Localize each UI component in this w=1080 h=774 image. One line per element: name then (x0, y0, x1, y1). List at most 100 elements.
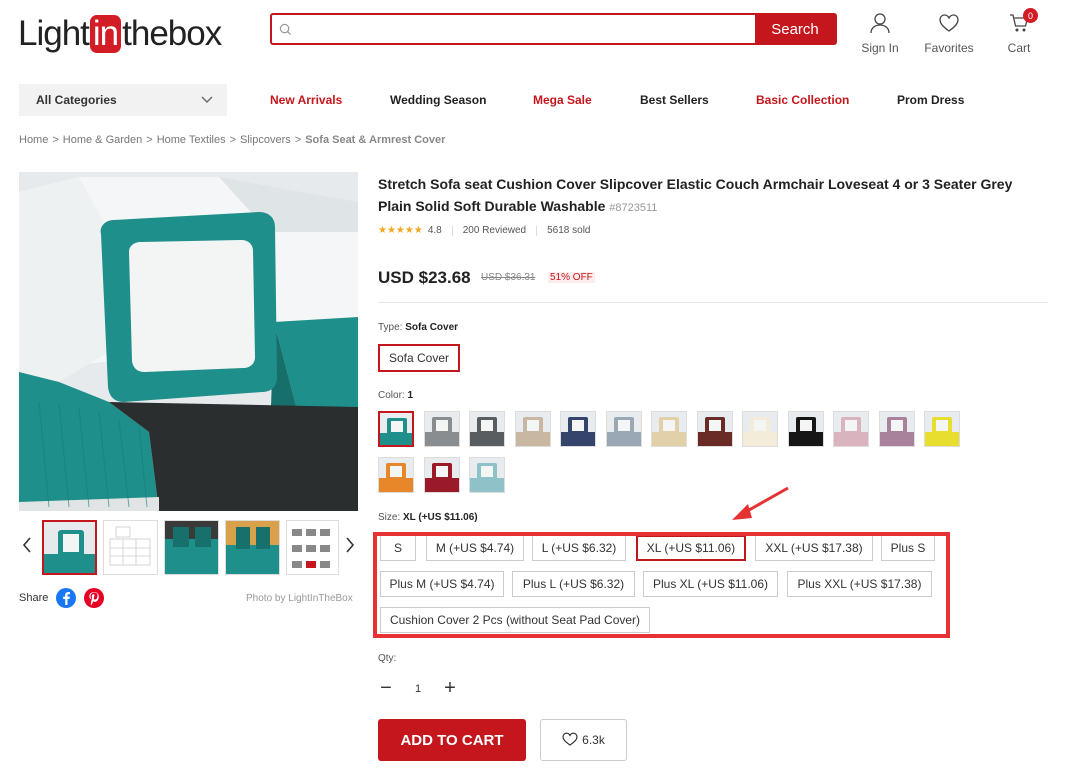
color-selected-value: 1 (407, 390, 414, 401)
type-option-sofa-cover[interactable]: Sofa Cover (378, 344, 460, 372)
logo-text-in: in (89, 15, 122, 53)
color-swatch[interactable] (514, 411, 551, 447)
rating-value: 4.8 (427, 225, 442, 236)
current-price: USD $23.68 (378, 268, 471, 287)
highlight-box (373, 532, 950, 638)
nav-new-arrivals[interactable]: New Arrivals (270, 93, 342, 107)
breadcrumb-separator: > (294, 134, 302, 146)
star-rating-icon: ★★★★★ (378, 225, 423, 236)
nav-best-sellers[interactable]: Best Sellers (640, 93, 709, 107)
type-label-text: Type: (378, 322, 403, 333)
divider (536, 225, 538, 236)
cart-label: Cart (1007, 41, 1031, 55)
color-swatch[interactable] (378, 457, 414, 493)
size-label-text: Size: (378, 512, 401, 523)
qty-label: Qty: (378, 653, 397, 664)
product-main-image[interactable] (19, 172, 358, 511)
cart-count-badge: 0 (1023, 8, 1038, 23)
cart-link[interactable]: 0 Cart (989, 8, 1049, 55)
original-price: USD $36.31 (481, 272, 536, 283)
favorite-button[interactable]: 6.3k (540, 719, 627, 761)
rating-row: ★★★★★ 4.8 200 Reviewed 5618 sold (378, 225, 590, 236)
nav-prom-dress[interactable]: Prom Dress (897, 93, 964, 107)
search-input[interactable] (298, 15, 755, 43)
site-logo[interactable]: Light in thebox (18, 14, 222, 54)
breadcrumb-current: Sofa Seat & Armrest Cover (305, 134, 446, 146)
color-swatch[interactable] (696, 411, 733, 447)
color-swatch[interactable] (560, 411, 596, 447)
breadcrumb-separator: > (146, 134, 153, 146)
color-swatch[interactable] (787, 411, 824, 447)
breadcrumb-separator: > (229, 134, 237, 146)
qty-value[interactable]: 1 (394, 683, 442, 695)
favorite-count: 6.3k (582, 733, 605, 747)
type-label: Type: Sofa Cover (378, 322, 458, 333)
nav-wedding-season[interactable]: Wedding Season (390, 93, 486, 107)
share-label: Share (19, 592, 49, 604)
breadcrumb-home-garden[interactable]: Home & Garden (63, 134, 142, 146)
chevron-down-icon (201, 93, 213, 107)
qty-decrease-button[interactable]: − (378, 677, 394, 700)
logo-text-light: Light (18, 14, 90, 53)
product-title: Stretch Sofa seat Cushion Cover Slipcove… (378, 173, 1038, 219)
pinterest-icon[interactable] (84, 588, 105, 608)
all-categories-label: All Categories (36, 93, 117, 107)
color-swatch[interactable] (469, 411, 505, 447)
gallery-next-arrow[interactable] (345, 537, 355, 558)
reviews-link[interactable]: 200 Reviewed (463, 225, 526, 236)
heart-icon (562, 732, 582, 749)
discount-badge: 51% OFF (548, 272, 595, 283)
gallery-thumbnail[interactable] (164, 520, 219, 575)
size-selected-value: XL (+US $11.06) (403, 512, 478, 523)
logo-text-thebox: thebox (122, 14, 222, 53)
search-bar: Search (270, 13, 837, 45)
gallery-thumbnail[interactable] (42, 520, 97, 575)
favorites-label: Favorites (924, 41, 974, 55)
add-to-cart-button[interactable]: ADD TO CART (378, 719, 526, 761)
color-label: Color: 1 (378, 390, 413, 401)
product-sku: #8723511 (609, 202, 658, 214)
color-swatch[interactable] (742, 411, 778, 447)
color-swatch[interactable] (423, 457, 460, 493)
nav-mega-sale[interactable]: Mega Sale (533, 93, 592, 107)
color-swatch[interactable] (878, 411, 915, 447)
sign-in-label: Sign In (861, 41, 899, 55)
search-button[interactable]: Search (755, 15, 835, 43)
divider (451, 225, 453, 236)
sign-in-link[interactable]: Sign In (850, 12, 910, 55)
color-swatch[interactable] (605, 411, 642, 447)
color-label-text: Color: (378, 390, 405, 401)
search-icon (272, 15, 298, 43)
annotation-arrow-icon (730, 484, 792, 529)
color-swatch[interactable] (469, 457, 505, 493)
color-swatch[interactable] (651, 411, 687, 447)
gallery-thumbnail[interactable] (103, 520, 158, 575)
heart-icon (938, 12, 960, 41)
breadcrumb-separator: > (52, 134, 59, 146)
color-swatch[interactable] (423, 411, 460, 447)
facebook-icon[interactable] (56, 588, 77, 608)
quantity-stepper: − 1 + (378, 677, 458, 700)
nav-basic-collection[interactable]: Basic Collection (756, 93, 849, 107)
color-swatch[interactable] (924, 411, 960, 447)
favorites-link[interactable]: Favorites (919, 12, 979, 55)
user-icon (869, 12, 891, 41)
product-title-text: Stretch Sofa seat Cushion Cover Slipcove… (378, 176, 1013, 214)
gallery-thumbnail[interactable] (286, 520, 339, 575)
sold-count: 5618 sold (547, 225, 591, 236)
photo-credit: Photo by LightInTheBox (246, 593, 353, 604)
all-categories-dropdown[interactable]: All Categories (19, 84, 227, 116)
qty-increase-button[interactable]: + (442, 677, 458, 700)
color-swatch[interactable] (833, 411, 869, 447)
breadcrumb-home-textiles[interactable]: Home Textiles (157, 134, 226, 146)
type-selected-value: Sofa Cover (405, 322, 459, 333)
divider (378, 302, 1048, 303)
gallery-prev-arrow[interactable] (22, 537, 32, 558)
breadcrumb: Home > Home & Garden > Home Textiles > Slipcov… (19, 134, 445, 146)
size-label: Size: XL (+US $11.06) (378, 512, 478, 523)
share-row: Share (19, 588, 105, 608)
breadcrumb-slipcovers[interactable]: Slipcovers (240, 134, 291, 146)
color-swatch[interactable] (378, 411, 414, 447)
gallery-thumbnail[interactable] (225, 520, 280, 575)
breadcrumb-home[interactable]: Home (19, 134, 48, 146)
